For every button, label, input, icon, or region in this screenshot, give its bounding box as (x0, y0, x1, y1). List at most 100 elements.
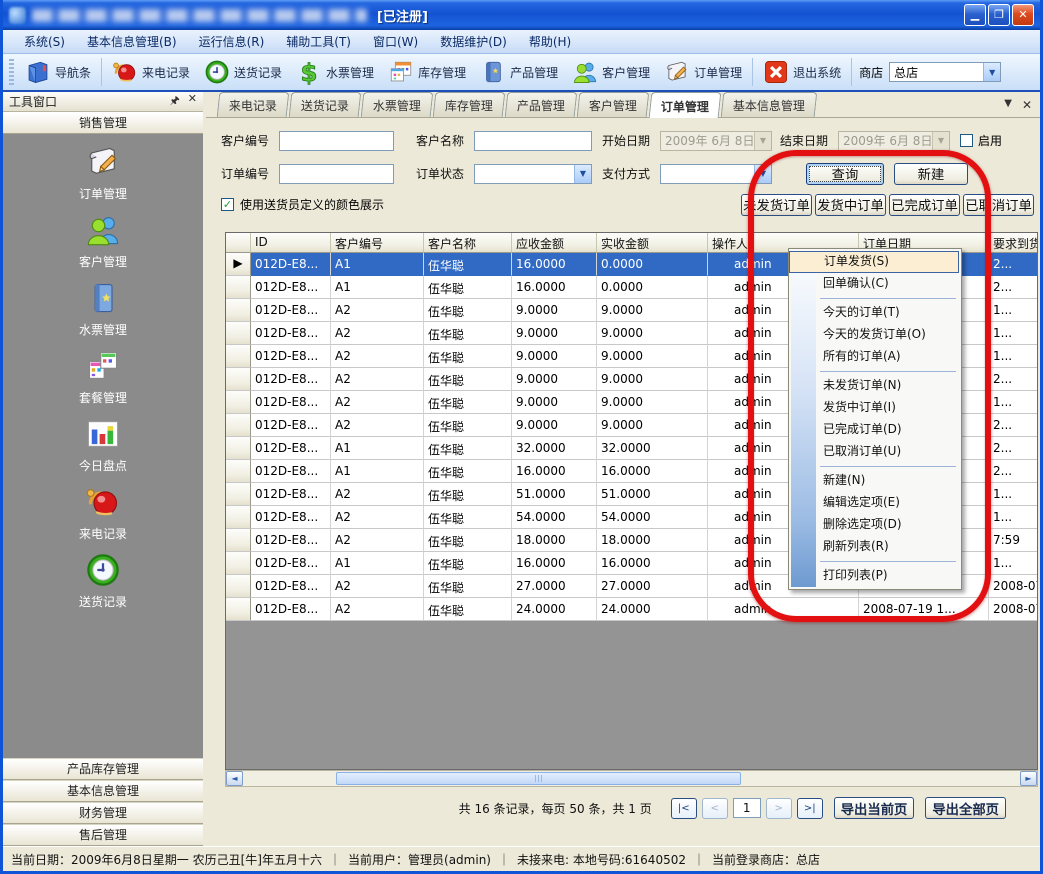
context-menu-item[interactable]: 已取消订单(U) (789, 441, 959, 463)
row-selector[interactable] (226, 391, 251, 414)
scroll-left-icon[interactable]: ◄ (226, 771, 243, 786)
tab-基本信息管理[interactable]: 基本信息管理 (721, 92, 818, 117)
row-selector[interactable] (226, 322, 251, 345)
order-no-input[interactable] (279, 164, 394, 184)
shop-combobox[interactable]: 总店 ▼ (889, 62, 1001, 82)
chevron-down-icon[interactable]: ▼ (754, 165, 771, 183)
menu-item[interactable]: 运行信息(R) (188, 30, 276, 53)
chevron-down-icon[interactable]: ▼ (983, 63, 1000, 81)
context-menu-item[interactable]: 删除选定项(D) (789, 514, 959, 536)
row-selector[interactable] (226, 414, 251, 437)
table-row[interactable]: 012D-E8...A2伍华聪24.000024.0000admin2008-0… (226, 598, 1038, 621)
row-selector[interactable] (226, 575, 251, 598)
tab-产品管理[interactable]: 产品管理 (505, 92, 578, 117)
new-button[interactable]: 新建 (894, 163, 968, 185)
filter-button-未发货订单[interactable]: 未发货订单 (741, 194, 812, 216)
row-selector[interactable] (226, 299, 251, 322)
column-header[interactable]: 客户名称 (424, 233, 512, 253)
start-date-picker[interactable]: 2009年 6月 8日 ▼ (660, 131, 772, 151)
context-menu-item[interactable]: 发货中订单(I) (789, 397, 959, 419)
column-header[interactable]: ID (251, 233, 331, 253)
prev-page-button[interactable]: < (702, 798, 728, 819)
pay-method-combobox[interactable]: ▼ (660, 164, 772, 184)
tab-list-chevron-down-icon[interactable]: ▼ (1004, 98, 1012, 112)
column-header[interactable]: 要求到货日期 (989, 233, 1038, 253)
next-page-button[interactable]: > (766, 798, 792, 819)
page-number-input[interactable]: 1 (733, 798, 761, 818)
toolbar-button[interactable]: 客户管理 (565, 57, 657, 87)
row-selector[interactable] (226, 345, 251, 368)
toolbar-button[interactable]: 订单管理 (657, 57, 749, 87)
toolbar-button[interactable]: $水票管理 (289, 57, 381, 87)
filter-button-发货中订单[interactable]: 发货中订单 (815, 194, 886, 216)
context-menu-item[interactable]: 今天的订单(T) (789, 302, 959, 324)
sidebar-group-财务管理[interactable]: 财务管理 (3, 802, 203, 824)
menu-item[interactable]: 辅助工具(T) (275, 30, 362, 53)
chevron-down-icon[interactable]: ▼ (754, 132, 771, 150)
context-menu-item[interactable]: 打印列表(P) (789, 565, 959, 587)
context-menu-item[interactable]: 编辑选定项(E) (789, 492, 959, 514)
customer-name-input[interactable] (474, 131, 592, 151)
first-page-button[interactable]: |< (671, 798, 697, 819)
sidebar-group-产品库存管理[interactable]: 产品库存管理 (3, 758, 203, 780)
last-page-button[interactable]: >| (797, 798, 823, 819)
sidebar-item-订单管理[interactable]: 订单管理 (79, 144, 127, 202)
row-selector[interactable]: ▶ (226, 253, 251, 276)
menu-item[interactable]: 基本信息管理(B) (76, 30, 188, 53)
toolbar-button[interactable]: 产品管理 (473, 57, 565, 87)
context-menu-item[interactable]: 新建(N) (789, 470, 959, 492)
toolbar-button[interactable]: 来电记录 (105, 57, 197, 87)
query-button[interactable]: 查询 (806, 163, 884, 185)
minimize-button[interactable]: ▁ (964, 4, 986, 26)
chevron-down-icon[interactable]: ▼ (574, 165, 591, 183)
end-date-picker[interactable]: 2009年 6月 8日 ▼ (838, 131, 950, 151)
sidebar-group-sales[interactable]: 销售管理 (3, 112, 203, 134)
color-display-checkbox[interactable]: ✓ (221, 198, 234, 211)
context-menu-item[interactable]: 刷新列表(R) (789, 536, 959, 558)
toolbar-button[interactable]: 导航条 (18, 57, 98, 87)
tab-库存管理[interactable]: 库存管理 (433, 92, 506, 117)
context-menu-item[interactable]: 订单发货(S) (789, 251, 959, 273)
enable-checkbox[interactable] (960, 134, 973, 147)
row-selector[interactable] (226, 276, 251, 299)
restore-button[interactable]: ❐ (988, 4, 1010, 26)
sidebar-item-今日盘点[interactable]: 今日盘点 (79, 416, 127, 474)
tab-送货记录[interactable]: 送货记录 (289, 92, 362, 117)
horizontal-scrollbar[interactable]: ◄ ► (225, 770, 1038, 787)
column-header[interactable] (226, 233, 251, 253)
row-selector[interactable] (226, 552, 251, 575)
sidebar-item-客户管理[interactable]: 客户管理 (79, 212, 127, 270)
order-status-combobox[interactable]: ▼ (474, 164, 592, 184)
scroll-right-icon[interactable]: ► (1020, 771, 1037, 786)
sidebar-group-基本信息管理[interactable]: 基本信息管理 (3, 780, 203, 802)
context-menu-item[interactable]: 所有的订单(A) (789, 346, 959, 368)
row-selector[interactable] (226, 483, 251, 506)
close-button[interactable]: ✕ (1012, 4, 1034, 26)
column-header[interactable]: 应收金额 (512, 233, 597, 253)
tab-水票管理[interactable]: 水票管理 (361, 92, 434, 117)
menu-item[interactable]: 数据维护(D) (429, 30, 518, 53)
tab-客户管理[interactable]: 客户管理 (577, 92, 650, 117)
toolbar-button[interactable]: 送货记录 (197, 57, 289, 87)
tab-订单管理[interactable]: 订单管理 (649, 92, 722, 118)
context-menu-item[interactable]: 已完成订单(D) (789, 419, 959, 441)
tab-来电记录[interactable]: 来电记录 (217, 92, 290, 117)
column-header[interactable]: 实收金额 (597, 233, 708, 253)
sidebar-item-水票管理[interactable]: 水票管理 (79, 280, 127, 338)
chevron-down-icon[interactable]: ▼ (932, 132, 949, 150)
sidebar-group-售后管理[interactable]: 售后管理 (3, 824, 203, 846)
sidebar-item-套餐管理[interactable]: 套餐管理 (79, 348, 127, 406)
toolbar-grip[interactable] (9, 59, 14, 85)
close-icon[interactable]: ✕ (188, 92, 197, 111)
row-selector[interactable] (226, 368, 251, 391)
toolbar-button[interactable]: 退出系统 (756, 57, 848, 87)
filter-button-已完成订单[interactable]: 已完成订单 (889, 194, 960, 216)
row-selector[interactable] (226, 529, 251, 552)
export-current-page-button[interactable]: 导出当前页 (834, 797, 915, 819)
export-all-pages-button[interactable]: 导出全部页 (925, 797, 1006, 819)
toolbar-button[interactable]: 库存管理 (381, 57, 473, 87)
pin-icon[interactable]: 🖈 (170, 92, 180, 111)
context-menu-item[interactable]: 今天的发货订单(O) (789, 324, 959, 346)
filter-button-已取消订单[interactable]: 已取消订单 (963, 194, 1034, 216)
row-selector[interactable] (226, 460, 251, 483)
